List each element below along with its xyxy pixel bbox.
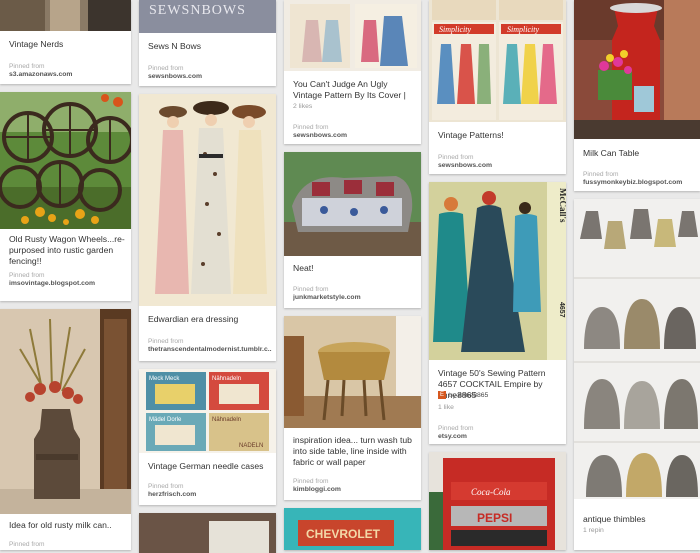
- pin-image[interactable]: [284, 152, 421, 256]
- image-text: SEWSNBOWS: [149, 3, 246, 18]
- pattern-brand-label: Simplicity: [439, 25, 471, 34]
- pin-image[interactable]: SEWSNBOWS: [139, 0, 276, 33]
- pin-source-link[interactable]: herzfrisch.com: [148, 491, 272, 499]
- needle-case-label: Mädel Dorle: [149, 417, 182, 423]
- pinned-by: Eby anne8865: [438, 391, 488, 400]
- pin-description: You Can't Judge An Ugly Vintage Pattern …: [293, 79, 406, 100]
- pin-chevrolet[interactable]: CHEVROLET: [284, 508, 421, 550]
- pin-image[interactable]: [0, 309, 131, 514]
- pin-image[interactable]: [0, 0, 131, 31]
- pinned-from-label: Pinned from: [293, 286, 329, 293]
- image-number: 4657: [558, 302, 565, 318]
- likes-count: 1 like: [438, 404, 454, 411]
- pin-description: inspiration idea... turn wash tub into s…: [293, 435, 412, 467]
- pinned-from-label: Pinned from: [438, 154, 474, 161]
- pinned-from-label: Pinned from: [148, 65, 184, 72]
- sign-label: Coca-Cola: [471, 487, 511, 497]
- pin-image[interactable]: McCall's 4657: [429, 182, 566, 360]
- pinned-from-label: Pinned from: [9, 272, 45, 279]
- pin-image[interactable]: [574, 0, 700, 139]
- pin-description: Vintage Nerds: [9, 39, 64, 49]
- pin-milk-can-table[interactable]: Milk Can Table Pinned from fussymonkeybi…: [574, 0, 700, 191]
- pin-source-link[interactable]: sewsnbows.com: [293, 132, 417, 140]
- pinned-from-label: Pinned from: [438, 425, 474, 432]
- likes-count: 2 likes: [293, 103, 313, 110]
- pin-image[interactable]: Meck Meck Nähnadeln Mädel Dorle Nähnadel…: [139, 369, 276, 453]
- image-text: McCall's: [558, 188, 566, 223]
- user-link[interactable]: anne8865: [458, 392, 488, 399]
- pin-image[interactable]: [574, 199, 700, 499]
- sign-label: PEPSI: [477, 511, 512, 525]
- pin-wash-tub[interactable]: inspiration idea... turn wash tub into s…: [284, 316, 421, 500]
- pin-vintage-patterns[interactable]: Simplicity Simplicity Vintage Patterns! …: [429, 0, 566, 174]
- pin-source-link[interactable]: sewsnbows.com: [438, 162, 562, 170]
- needle-case-label: Nähnadeln: [212, 417, 241, 423]
- pinned-from-label: Pinned from: [293, 478, 329, 485]
- repins-count: 1 repin: [583, 527, 604, 534]
- by-prefix: by: [449, 392, 457, 399]
- pin-description: Idea for old rusty milk can..: [9, 520, 112, 530]
- pinned-from-label: Pinned from: [9, 541, 45, 548]
- pin-thimbles[interactable]: antique thimbles 1 repin: [574, 199, 700, 550]
- pinned-from-label: Pinned from: [583, 171, 619, 178]
- pin-image[interactable]: Simplicity Simplicity: [429, 0, 566, 122]
- pin-description: Sews N Bows: [148, 41, 202, 51]
- pin-milk-can[interactable]: Idea for old rusty milk can.. Pinned fro…: [0, 309, 131, 550]
- pin-description: Edwardian era dressing: [148, 314, 239, 324]
- pin-image[interactable]: CHEVROLET: [284, 508, 421, 550]
- pinned-from-label: Pinned from: [293, 124, 329, 131]
- pinned-from-label: Pinned from: [148, 483, 184, 490]
- pin-sews-n-bows[interactable]: SEWSNBOWS Sews N Bows Pinned from sewsnb…: [139, 0, 276, 86]
- pinned-from-label: Pinned from: [9, 63, 45, 70]
- pin-source-link[interactable]: kimbloggi.com: [293, 486, 417, 494]
- pin-description: Neat!: [293, 263, 314, 273]
- pin-source-link[interactable]: etsy.com: [438, 433, 562, 441]
- pin-bottom-partial[interactable]: [139, 513, 276, 553]
- pin-image[interactable]: [284, 0, 421, 71]
- pin-source-link[interactable]: thetranscendentalmodernist.tumblr.c...: [148, 346, 272, 354]
- pin-mccalls[interactable]: McCall's 4657 Vintage 50's Sewing Patter…: [429, 182, 566, 444]
- pin-source-link[interactable]: junkmarketstyle.com: [293, 294, 417, 302]
- pin-description: Milk Can Table: [583, 148, 640, 158]
- pin-image[interactable]: [0, 92, 131, 229]
- pin-source-link[interactable]: sewsnbows.com: [148, 73, 272, 81]
- needle-case-label: Nähnadeln: [212, 376, 241, 382]
- pin-image[interactable]: Coca-Cola PEPSI: [429, 452, 566, 550]
- pin-neat[interactable]: Neat! Pinned from junkmarketstyle.com: [284, 152, 421, 308]
- pin-source-link[interactable]: fussymonkeybiz.blogspot.com: [583, 179, 696, 187]
- pin-wagon-wheels[interactable]: Old Rusty Wagon Wheels...re-purposed int…: [0, 92, 131, 301]
- pin-needle-cases[interactable]: Meck Meck Nähnadeln Mädel Dorle Nähnadel…: [139, 369, 276, 505]
- needle-case-label: NADELN: [239, 443, 263, 449]
- needle-case-label: Meck Meck: [149, 376, 180, 382]
- pattern-brand-label: Simplicity: [507, 25, 539, 34]
- pin-description: Old Rusty Wagon Wheels...re-purposed int…: [9, 234, 125, 266]
- pin-coca-cola[interactable]: Coca-Cola PEPSI: [429, 452, 566, 550]
- pin-image[interactable]: [139, 513, 276, 553]
- pin-description: Vintage German needle cases: [148, 461, 264, 471]
- pin-ugly-pattern[interactable]: You Can't Judge An Ugly Vintage Pattern …: [284, 0, 421, 144]
- image-text: CHEVROLET: [306, 527, 381, 541]
- pin-description: Vintage Patterns!: [438, 130, 504, 140]
- user-avatar[interactable]: E: [438, 391, 446, 400]
- pin-source-link[interactable]: s3.amazonaws.com: [9, 71, 127, 79]
- pinned-from-label: Pinned from: [148, 338, 184, 345]
- pin-vintage-nerds[interactable]: Vintage Nerds Pinned from s3.amazonaws.c…: [0, 0, 131, 84]
- pin-edwardian[interactable]: Edwardian era dressing Pinned from thetr…: [139, 94, 276, 361]
- pin-image[interactable]: [139, 94, 276, 306]
- pin-image[interactable]: [284, 316, 421, 428]
- pin-source-link[interactable]: imsovintage.blogspot.com: [9, 280, 127, 288]
- pin-description: antique thimbles: [583, 514, 646, 524]
